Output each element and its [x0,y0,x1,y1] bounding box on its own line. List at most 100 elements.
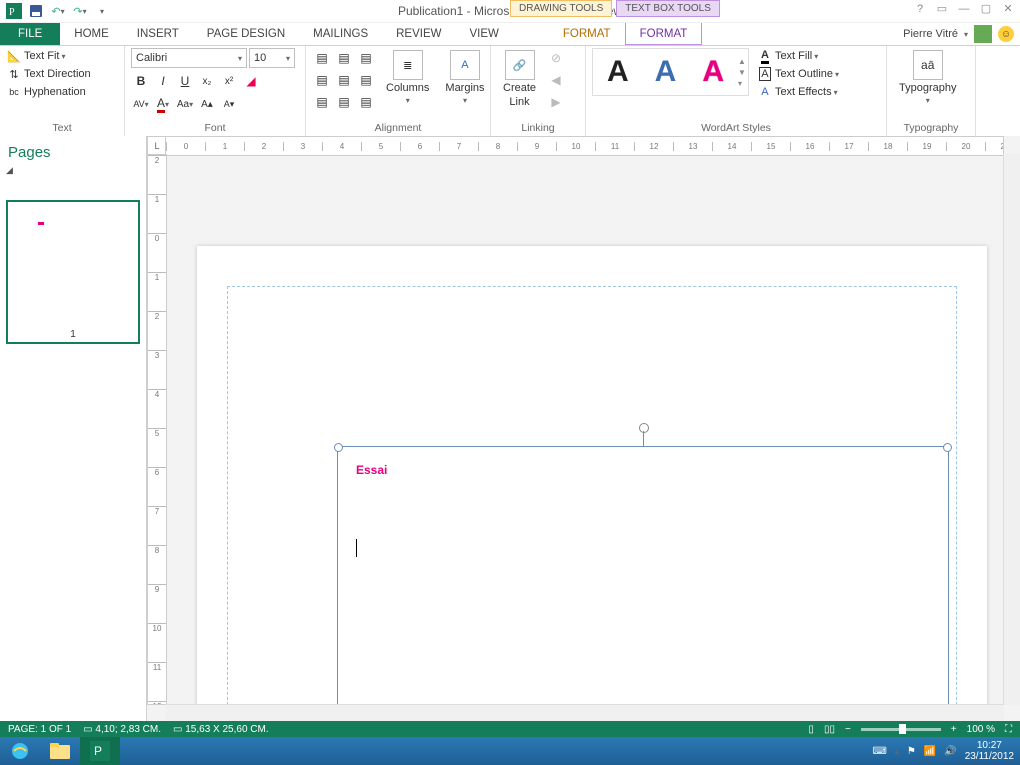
wordart-style-3[interactable]: A [690,51,736,93]
tab-home[interactable]: HOME [60,23,123,45]
wa-gallery-down[interactable]: ▼ [738,68,746,77]
status-bar: PAGE: 1 OF 1 ▭ 4,10; 2,83 CM. ▭ 15,63 X … [0,721,1020,737]
tab-review[interactable]: REVIEW [382,23,455,45]
ruler-vertical[interactable]: 210123456789101112131415 [147,154,167,705]
thumb-page-number: 1 [8,329,138,340]
subscript-button[interactable]: x₂ [197,71,217,91]
feedback-icon[interactable]: ☺ [998,26,1014,42]
app-icon[interactable]: P [4,1,24,21]
font-name-combo[interactable]: Calibri▾ [131,48,247,68]
taskbar-explorer-icon[interactable] [40,737,80,765]
create-link-button[interactable]: 🔗CreateLink [497,48,542,110]
zoom-fit-icon[interactable]: ⛶ [1005,724,1012,735]
text-outline-button[interactable]: AText Outline▾ [757,66,839,82]
text-effects-button[interactable]: AText Effects▾ [757,84,839,100]
editing-surface[interactable]: L 0123456789101112131415161718192021 210… [147,136,1020,721]
view-spread-icon[interactable]: ▯▯ [824,724,835,735]
superscript-button[interactable]: x² [219,71,239,91]
tray-clock[interactable]: 10:27 23/11/2012 [965,740,1014,762]
contextual-tab-headers: DRAWING TOOLS TEXT BOX TOOLS [510,0,720,17]
taskbar-publisher-icon[interactable]: P [80,737,120,765]
wa-gallery-more[interactable]: ▾ [738,79,746,88]
tab-file[interactable]: FILE [0,23,60,45]
ribbon-options-button[interactable]: ▭ [934,2,950,15]
change-case-button[interactable]: Aa▾ [175,94,195,114]
horizontal-scrollbar[interactable] [165,704,1004,721]
italic-button[interactable]: I [153,71,173,91]
align-tr[interactable]: ▤ [356,48,376,68]
grow-font-button[interactable]: A▴ [197,94,217,114]
tab-format-drawing[interactable]: FORMAT [549,23,625,45]
page-thumbnail-1[interactable]: 1 [6,200,140,344]
avatar [974,25,992,43]
underline-button[interactable]: U [175,71,195,91]
font-color-button[interactable]: A▾ [153,94,173,114]
clear-format-button[interactable]: ◢ [241,71,261,91]
zoom-in-button[interactable]: + [951,724,957,735]
redo-button[interactable]: ↷▾ [70,1,90,21]
status-page[interactable]: PAGE: 1 OF 1 [8,724,71,735]
typography-button[interactable]: aāTypography▾ [893,48,962,107]
wordart-style-2[interactable]: A [643,51,689,93]
prev-link-button[interactable]: ◀ [546,70,566,90]
tray-keyboard-icon[interactable]: ⌨ [872,746,886,757]
tray-chevron-icon[interactable]: ▴ [895,747,899,756]
ruler-horizontal[interactable]: 0123456789101112131415161718192021 [165,136,1004,156]
tab-page-design[interactable]: PAGE DESIGN [193,23,299,45]
tab-mailings[interactable]: MAILINGS [299,23,382,45]
align-mr[interactable]: ▤ [356,70,376,90]
align-tl[interactable]: ▤ [312,48,332,68]
wordart-style-1[interactable]: A [595,51,641,93]
minimize-button[interactable]: — [956,3,972,15]
zoom-level[interactable]: 100 % [967,724,995,735]
align-bl[interactable]: ▤ [312,92,332,112]
drawing-tools-header: DRAWING TOOLS [510,0,612,17]
tab-view[interactable]: VIEW [456,23,513,45]
wa-gallery-up[interactable]: ▲ [738,57,746,66]
rotate-handle[interactable] [639,423,649,433]
text-direction-button[interactable]: ⇅Text Direction [6,66,91,82]
vertical-scrollbar[interactable] [1003,154,1020,705]
break-link-button[interactable]: ⊘ [546,48,566,68]
text-fit-button[interactable]: 📐Text Fit▾ [6,48,91,64]
align-bc[interactable]: ▤ [334,92,354,112]
next-link-button[interactable]: ▶ [546,92,566,112]
zoom-slider[interactable] [861,728,941,731]
align-ml[interactable]: ▤ [312,70,332,90]
help-button[interactable]: ? [912,3,928,15]
hyphenation-button[interactable]: bcHyphenation [6,84,91,100]
handle-tl[interactable] [334,443,343,452]
undo-button[interactable]: ↶▾ [48,1,68,21]
font-size-combo[interactable]: 10▾ [249,48,295,68]
tab-insert[interactable]: INSERT [123,23,193,45]
view-single-icon[interactable]: ▯ [808,724,814,735]
tab-format-textbox[interactable]: FORMAT [625,23,703,45]
align-mc[interactable]: ▤ [334,70,354,90]
svg-text:P: P [9,7,15,18]
close-button[interactable]: ✕ [1000,2,1016,15]
page-canvas[interactable]: Essai [197,246,987,721]
align-tc[interactable]: ▤ [334,48,354,68]
ruler-corner[interactable]: L [147,136,167,156]
svg-text:P: P [94,744,102,758]
text-box[interactable]: Essai [337,446,949,721]
columns-button[interactable]: ≣Columns▾ [380,48,435,107]
handle-tr[interactable] [943,443,952,452]
align-br[interactable]: ▤ [356,92,376,112]
bold-button[interactable]: B [131,71,151,91]
tray-volume-icon[interactable]: 🔊 [944,746,956,757]
char-spacing-button[interactable]: AV▾ [131,94,151,114]
qat-customize[interactable]: ▾ [92,1,112,21]
margins-button[interactable]: AMargins▾ [439,48,490,107]
shrink-font-button[interactable]: A▾ [219,94,239,114]
save-button[interactable] [26,1,46,21]
maximize-button[interactable]: ▢ [978,2,994,15]
taskbar-ie-icon[interactable] [0,737,40,765]
zoom-out-button[interactable]: − [845,724,851,735]
tray-network-icon[interactable]: 📶 [924,746,936,757]
pages-collapse-icon[interactable]: ◢ [6,165,140,176]
text-fill-button[interactable]: AText Fill▾ [757,48,839,64]
group-alignment: ▤▤▤ ▤▤▤ ▤▤▤ ≣Columns▾ AMargins▾ Alignmen… [306,46,491,136]
user-account[interactable]: Pierre Vitré▾ ☺ [903,25,1014,43]
tray-flag-icon[interactable]: ⚑ [907,746,916,757]
